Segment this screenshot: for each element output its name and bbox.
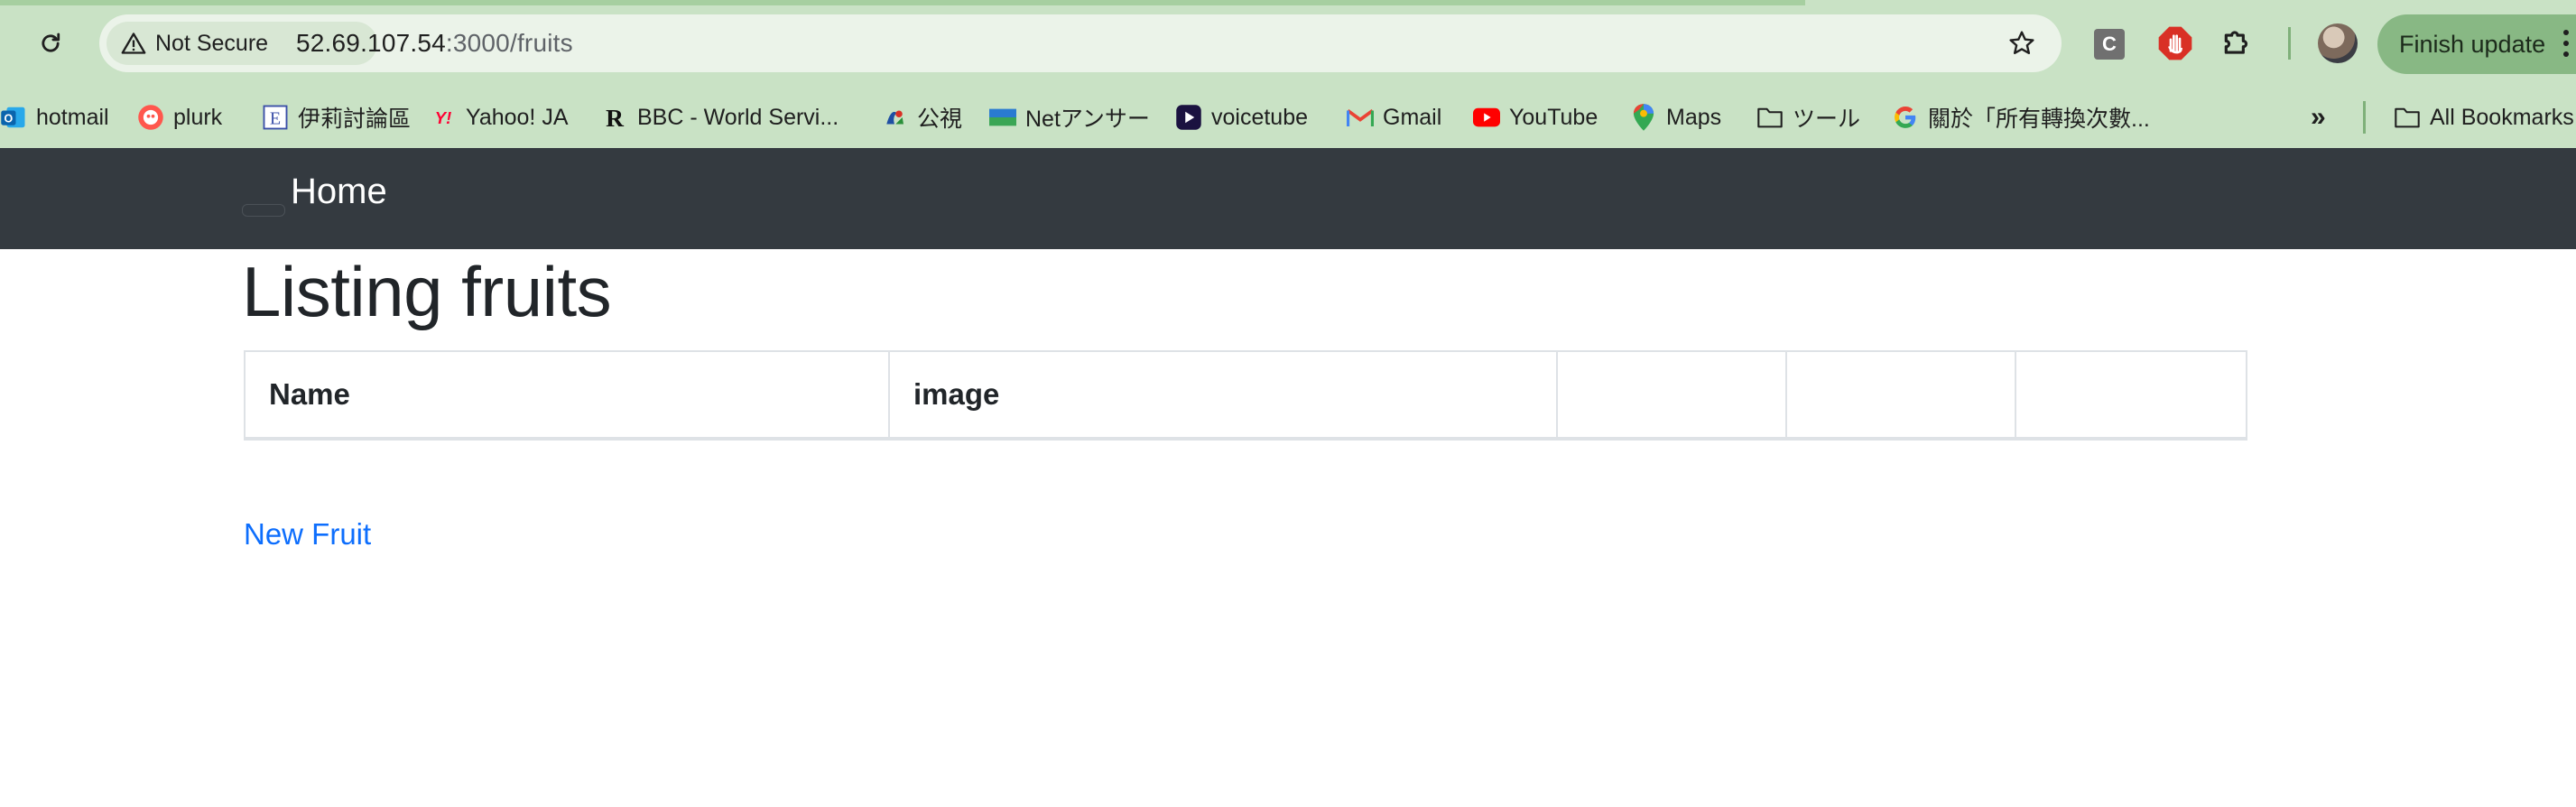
bookmark-label: Gmail [1383,104,1442,130]
reload-icon [42,32,60,52]
bookmark-label: 伊莉討論區 [298,107,412,132]
bookmark-folder-tools[interactable]: ツール [1756,87,1860,148]
browser-toolbar: Not Secure 52.69.107.54:3000/fruits C Fi… [0,0,2576,87]
bookmark-label: hotmail [36,104,109,130]
bookmark-label: 公視 [917,107,963,132]
bookmark-label: Maps [1666,104,1722,130]
column-header-action-destroy [2015,350,2247,441]
bookmark-eyny[interactable]: E 伊莉討論區 [262,87,411,148]
extension-c-icon[interactable]: C [2094,29,2125,60]
gmail-icon [1347,104,1374,131]
svg-text:R: R [606,104,625,131]
svg-text:O: O [5,113,14,125]
profile-avatar[interactable] [2318,23,2358,63]
stop-hand-icon [2158,26,2192,60]
bookmark-yahoo-ja[interactable]: Y! Yahoo! JA [430,87,569,148]
bookmark-plurk[interactable]: plurk [137,87,222,148]
url-host: 52.69.107.54 [296,29,446,57]
bookmark-maps[interactable]: Maps [1630,87,1721,148]
bookmark-label: plurk [173,104,223,130]
navbar-brand-home[interactable]: Home [291,172,387,212]
kebab-menu-icon[interactable] [2562,27,2571,60]
bookmark-star-button[interactable] [2004,25,2040,61]
eyny-icon: E [262,104,289,131]
tab-strip-edge [0,0,1805,5]
extensions-button[interactable] [2220,25,2256,61]
bookmarks-bar: O hotmail plurk E 伊莉討論區 Y! Yahoo! JA R B… [0,87,2576,148]
bookmark-google-conversions[interactable]: 關於「所有轉換次數... [1892,87,2150,148]
address-bar[interactable]: Not Secure 52.69.107.54:3000/fruits [99,14,2062,72]
bookmark-voicetube[interactable]: voicetube [1175,87,1308,148]
table-header-row: Name image [244,350,2247,441]
bookmark-pts[interactable]: 公視 [881,87,962,148]
bookmark-gmail[interactable]: Gmail [1347,87,1441,148]
bookmark-label: YouTube [1509,104,1598,130]
column-header-action-edit [1785,350,2016,441]
star-icon [2009,31,2034,54]
url-text[interactable]: 52.69.107.54:3000/fruits [296,14,573,72]
all-bookmarks-button[interactable]: All Bookmarks [2394,87,2574,148]
net-answer-icon [989,104,1016,131]
google-icon [1892,104,1919,131]
url-path: :3000/fruits [445,29,573,57]
yahoo-icon: Y! [430,104,457,131]
svg-text:E: E [270,109,281,129]
folder-icon [2394,104,2421,131]
warning-icon [121,32,146,54]
bookmark-bbc[interactable]: R BBC - World Servi... [601,87,839,148]
voicetube-icon [1175,104,1202,131]
bookmarks-overflow-button[interactable]: » [2311,87,2326,148]
new-fruit-link[interactable]: New Fruit [244,517,371,552]
pts-icon [881,104,908,131]
bookmark-label: ツール [1793,107,1861,132]
bookmark-label: Yahoo! JA [466,104,569,130]
youtube-icon [1473,104,1500,131]
navbar: Home [0,148,2576,249]
bookmark-label: voicetube [1211,104,1309,130]
toolbar-divider [2288,27,2291,60]
column-header-image: image [888,350,1558,441]
svg-text:Y!: Y! [435,108,451,127]
extension-stop-button[interactable] [2157,25,2193,61]
finish-update-button[interactable]: Finish update [2377,14,2576,74]
bbc-r-icon: R [601,104,628,131]
page-title: Listing fruits [242,252,612,331]
navbar-toggler-button[interactable] [242,204,285,217]
reload-button[interactable] [32,25,69,61]
security-label: Not Secure [155,30,269,56]
bookmark-label: Netアンサー [1025,107,1150,132]
fruits-table: Name image [244,350,2247,441]
bookmarks-divider [2363,101,2366,134]
plurk-icon [137,104,164,131]
folder-icon [1756,104,1784,131]
all-bookmarks-label: All Bookmarks [2430,104,2574,130]
bookmark-hotmail[interactable]: O hotmail [0,87,109,148]
bookmark-youtube[interactable]: YouTube [1473,87,1598,148]
column-header-action-show [1556,350,1787,441]
column-header-name: Name [244,350,890,441]
maps-icon [1630,104,1657,131]
bookmark-label: 關於「所有轉換次數... [1928,107,2150,132]
puzzle-icon [2224,31,2248,54]
outlook-icon: O [0,104,27,131]
bookmark-label: BBC - World Servi... [637,104,839,130]
bookmark-net-answer[interactable]: Netアンサー [989,87,1150,148]
